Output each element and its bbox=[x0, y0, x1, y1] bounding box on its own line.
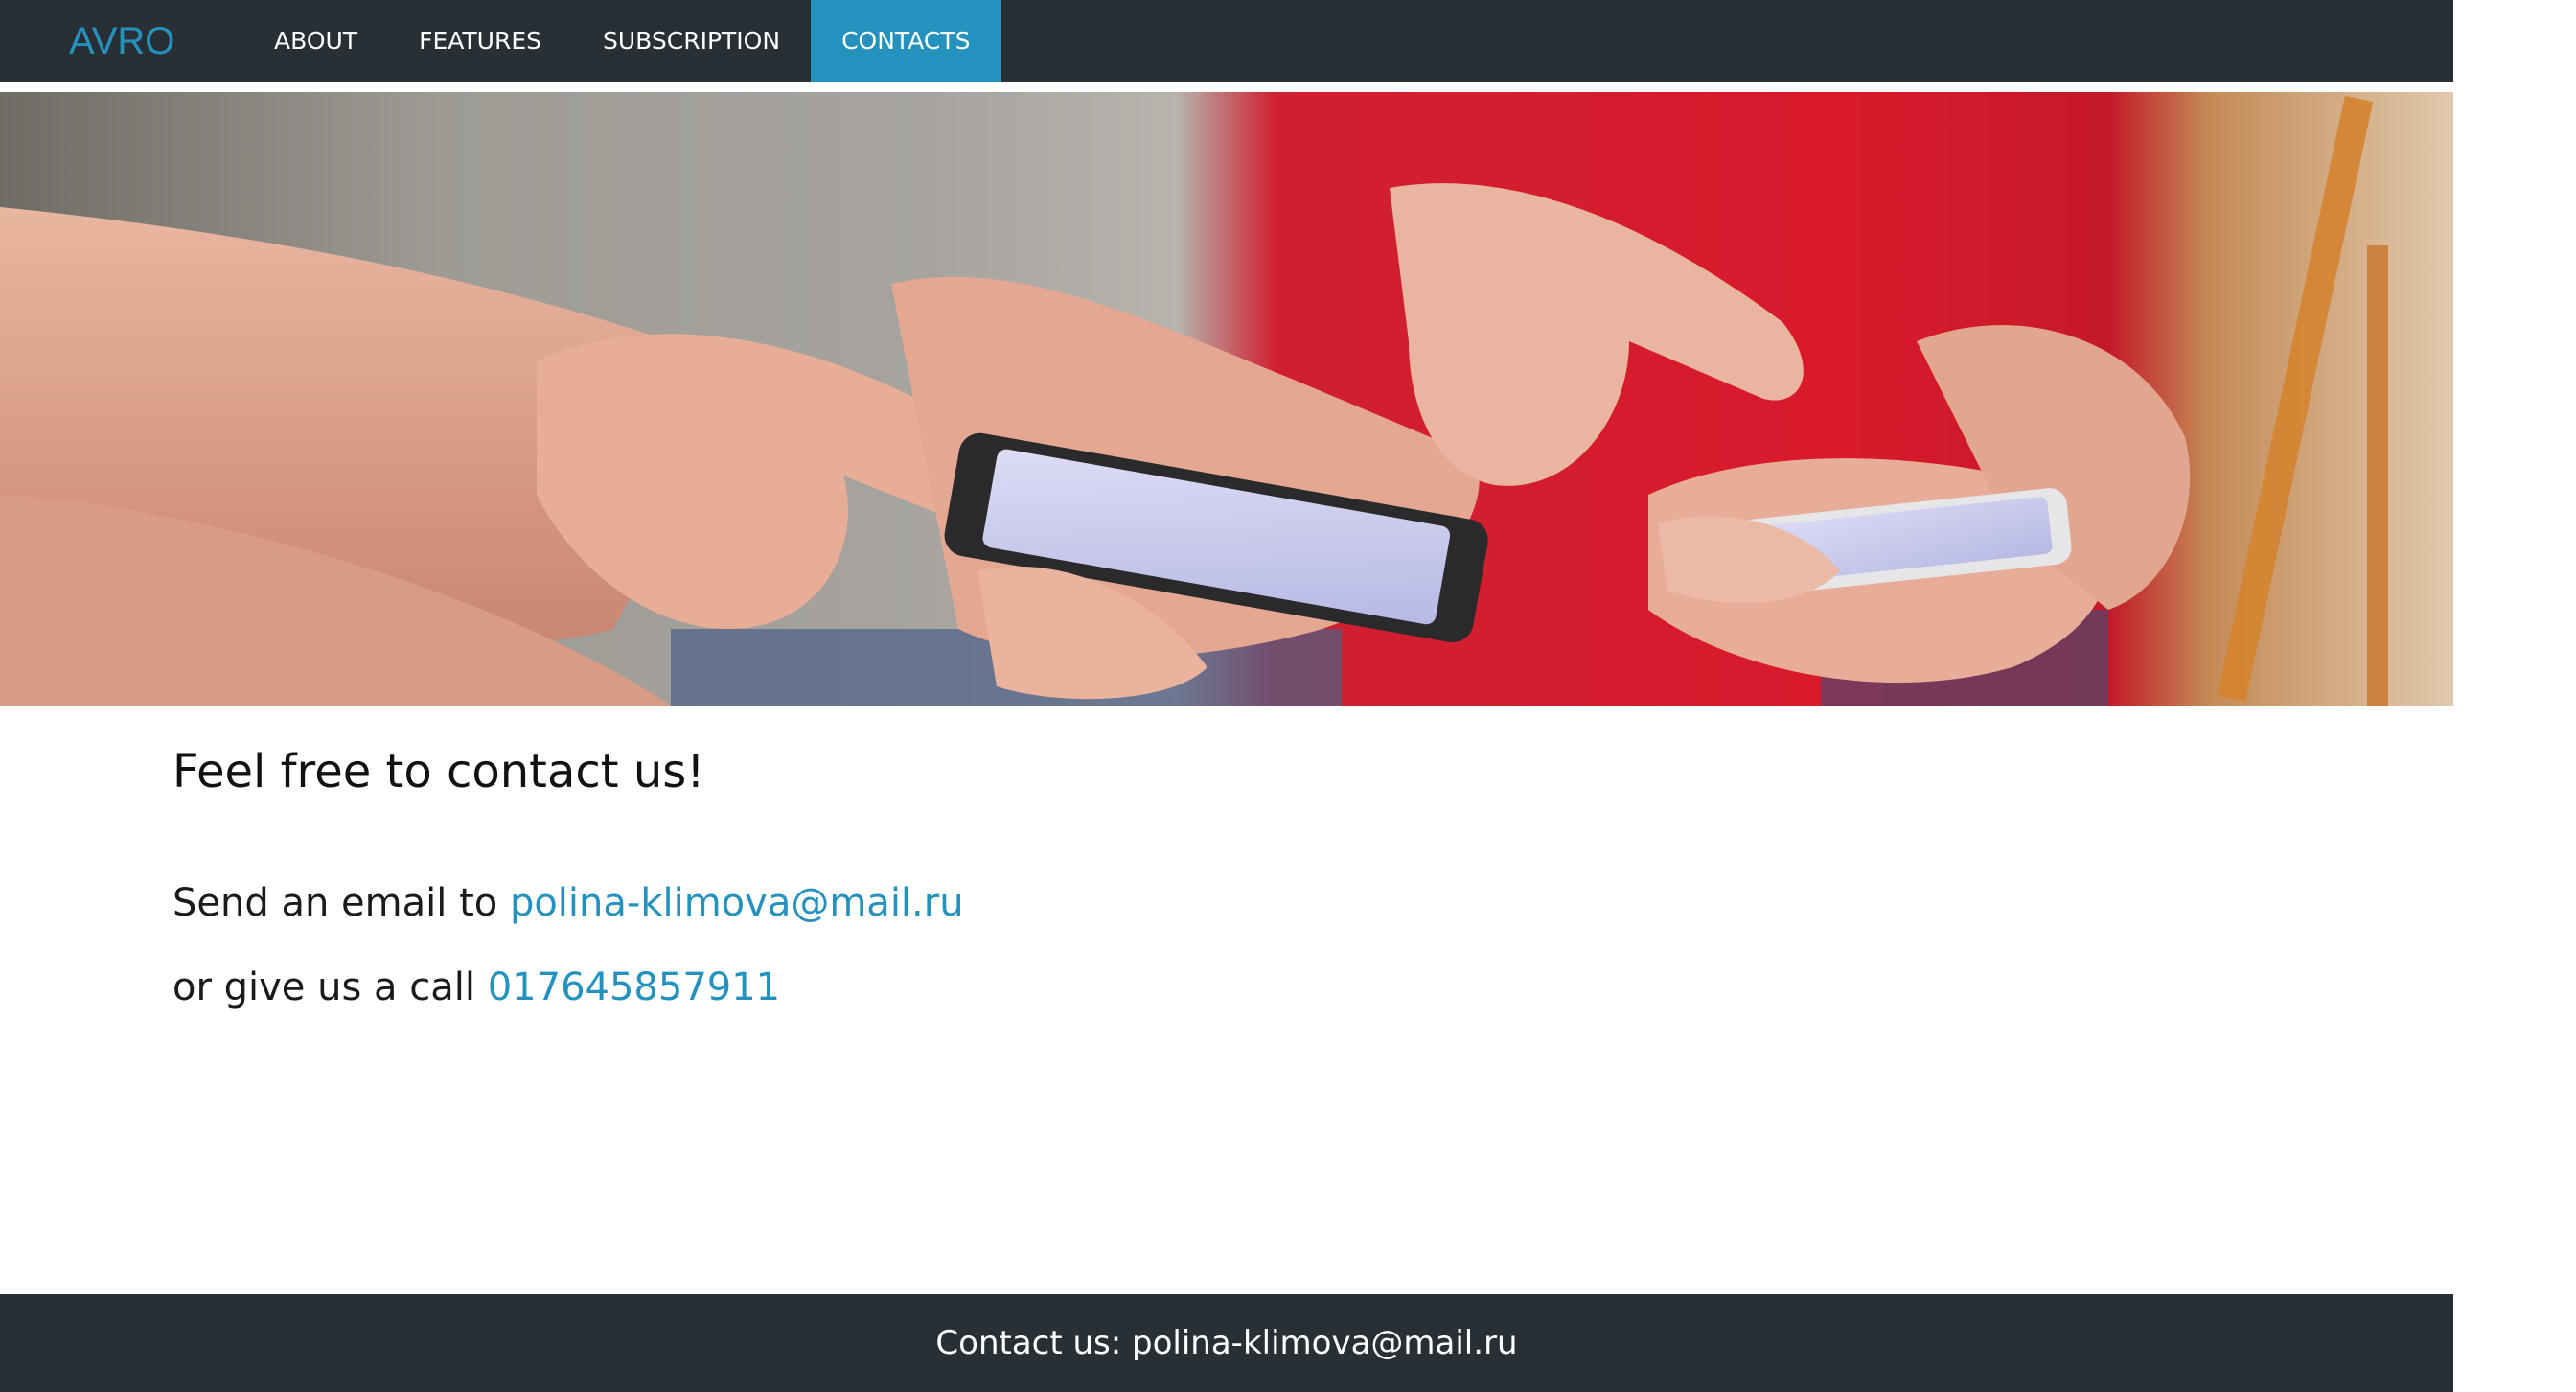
footer-contact-text: Contact us: polina-klimova@mail.ru bbox=[935, 1324, 1518, 1362]
nav-links: ABOUT FEATURES SUBSCRIPTION CONTACTS bbox=[243, 0, 1001, 82]
phone-line: or give us a call 017645857911 bbox=[172, 959, 780, 1016]
nav-link-about[interactable]: ABOUT bbox=[243, 0, 388, 82]
footer: Contact us: polina-klimova@mail.ru bbox=[0, 1294, 2453, 1392]
email-link[interactable]: polina-klimova@mail.ru bbox=[510, 881, 964, 925]
phone-link[interactable]: 017645857911 bbox=[488, 965, 780, 1009]
brand-logo[interactable]: AVRO bbox=[69, 0, 174, 82]
hero-illustration bbox=[0, 92, 2453, 706]
hero-image bbox=[0, 92, 2453, 706]
nav-link-contacts[interactable]: CONTACTS bbox=[811, 0, 1001, 82]
email-prefix: Send an email to bbox=[172, 881, 510, 925]
navbar: AVRO ABOUT FEATURES SUBSCRIPTION CONTACT… bbox=[0, 0, 2453, 82]
page: AVRO ABOUT FEATURES SUBSCRIPTION CONTACT… bbox=[0, 0, 2453, 1392]
contact-section: Feel free to contact us! Send an email t… bbox=[172, 738, 2281, 1009]
phone-prefix: or give us a call bbox=[172, 965, 488, 1009]
email-line: Send an email to polina-klimova@mail.ru bbox=[172, 874, 964, 932]
nav-link-features[interactable]: FEATURES bbox=[388, 0, 572, 82]
contact-heading: Feel free to contact us! bbox=[172, 745, 705, 799]
nav-link-subscription[interactable]: SUBSCRIPTION bbox=[572, 0, 811, 82]
